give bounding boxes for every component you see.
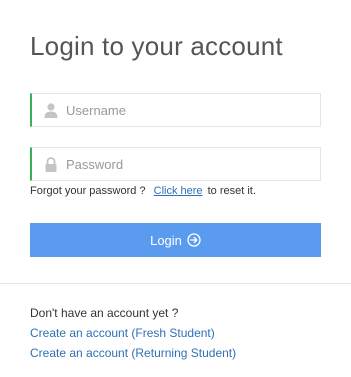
password-input[interactable] xyxy=(66,148,316,180)
reset-password-link[interactable]: Click here xyxy=(154,185,203,197)
forgot-password-line: Forgot your password ? Click here to res… xyxy=(30,185,256,197)
circle-arrow-right-icon xyxy=(187,233,201,247)
login-page: Login to your account Forgot your passwo… xyxy=(0,0,351,377)
username-field[interactable] xyxy=(30,93,321,127)
password-field[interactable] xyxy=(30,147,321,181)
lock-icon xyxy=(45,157,57,172)
page-title: Login to your account xyxy=(30,31,283,61)
user-icon xyxy=(44,103,58,118)
forgot-suffix: to reset it. xyxy=(207,185,256,197)
section-divider xyxy=(0,283,351,284)
signup-prompt: Don't have an account yet ? xyxy=(30,306,179,320)
login-label: Login xyxy=(150,232,182,248)
create-account-fresh-link[interactable]: Create an account (Fresh Student) xyxy=(30,326,215,340)
login-button[interactable]: Login xyxy=(30,223,321,257)
forgot-prefix: Forgot your password ? xyxy=(30,185,146,197)
create-account-returning-link[interactable]: Create an account (Returning Student) xyxy=(30,346,236,360)
username-input[interactable] xyxy=(66,94,316,126)
